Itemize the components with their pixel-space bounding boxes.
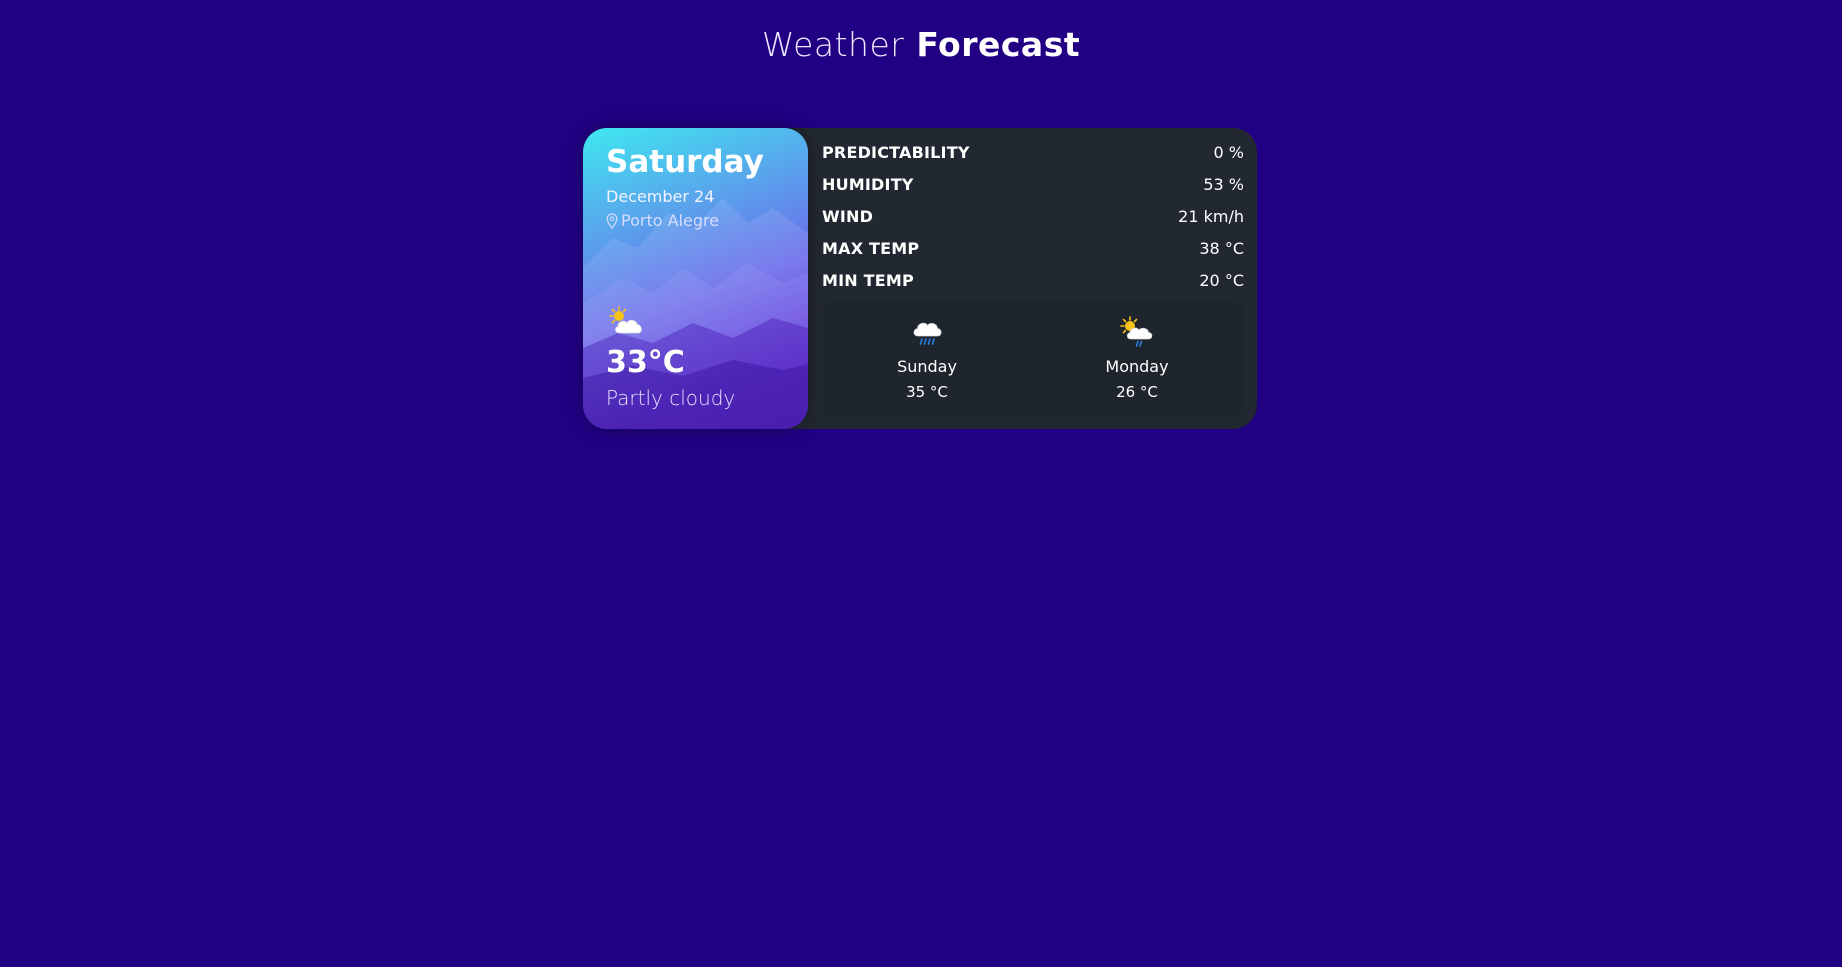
location-pin-icon [606,213,618,229]
detail-value: 53 % [1203,174,1244,194]
partly-cloudy-icon [609,306,642,334]
current-location: Porto Alegre [606,210,719,232]
weather-card: Saturday December 24 Porto Alegre 33°C P… [583,128,1257,429]
detail-label: WIND [822,206,874,226]
forecast-day-name: Monday [1105,357,1169,376]
forecast-day-monday[interactable]: Monday 26 °C [1052,302,1222,416]
current-temperature: 33°C [606,345,685,380]
forecast-day-temp: 26 °C [1116,383,1158,401]
current-weather-panel: Saturday December 24 Porto Alegre 33°C P… [583,128,808,429]
location-name: Porto Alegre [621,211,720,230]
forecast-panel: Sunday 35 °C Monday 26 °C [822,302,1244,416]
rain-cloud-icon [913,322,942,345]
detail-value: 21 km/h [1178,206,1244,226]
detail-row-max-temp: MAX TEMP 38 °C [822,232,1244,264]
title-bold: Forecast [916,25,1081,64]
forecast-day-sunday[interactable]: Sunday 35 °C [842,302,1012,416]
sun-cloud-rain-icon [1120,316,1153,347]
forecast-day-name: Sunday [897,357,957,376]
page-title: Weather Forecast [0,24,1842,66]
current-date: December 24 [606,187,715,206]
weather-details: PREDICTABILITY 0 % HUMIDITY 53 % WIND 21… [822,136,1244,296]
detail-row-humidity: HUMIDITY 53 % [822,168,1244,200]
forecast-day-temp: 35 °C [906,383,948,401]
detail-value: 38 °C [1199,238,1244,258]
current-day: Saturday [606,144,764,180]
detail-label: HUMIDITY [822,174,914,194]
detail-value: 0 % [1213,142,1244,162]
detail-row-predictability: PREDICTABILITY 0 % [822,136,1244,168]
title-light: Weather [761,25,905,64]
detail-label: MAX TEMP [822,238,920,258]
detail-label: PREDICTABILITY [822,142,970,162]
detail-row-wind: WIND 21 km/h [822,200,1244,232]
detail-row-min-temp: MIN TEMP 20 °C [822,264,1244,296]
detail-label: MIN TEMP [822,270,914,290]
current-description: Partly cloudy [606,386,736,410]
detail-value: 20 °C [1199,270,1244,290]
